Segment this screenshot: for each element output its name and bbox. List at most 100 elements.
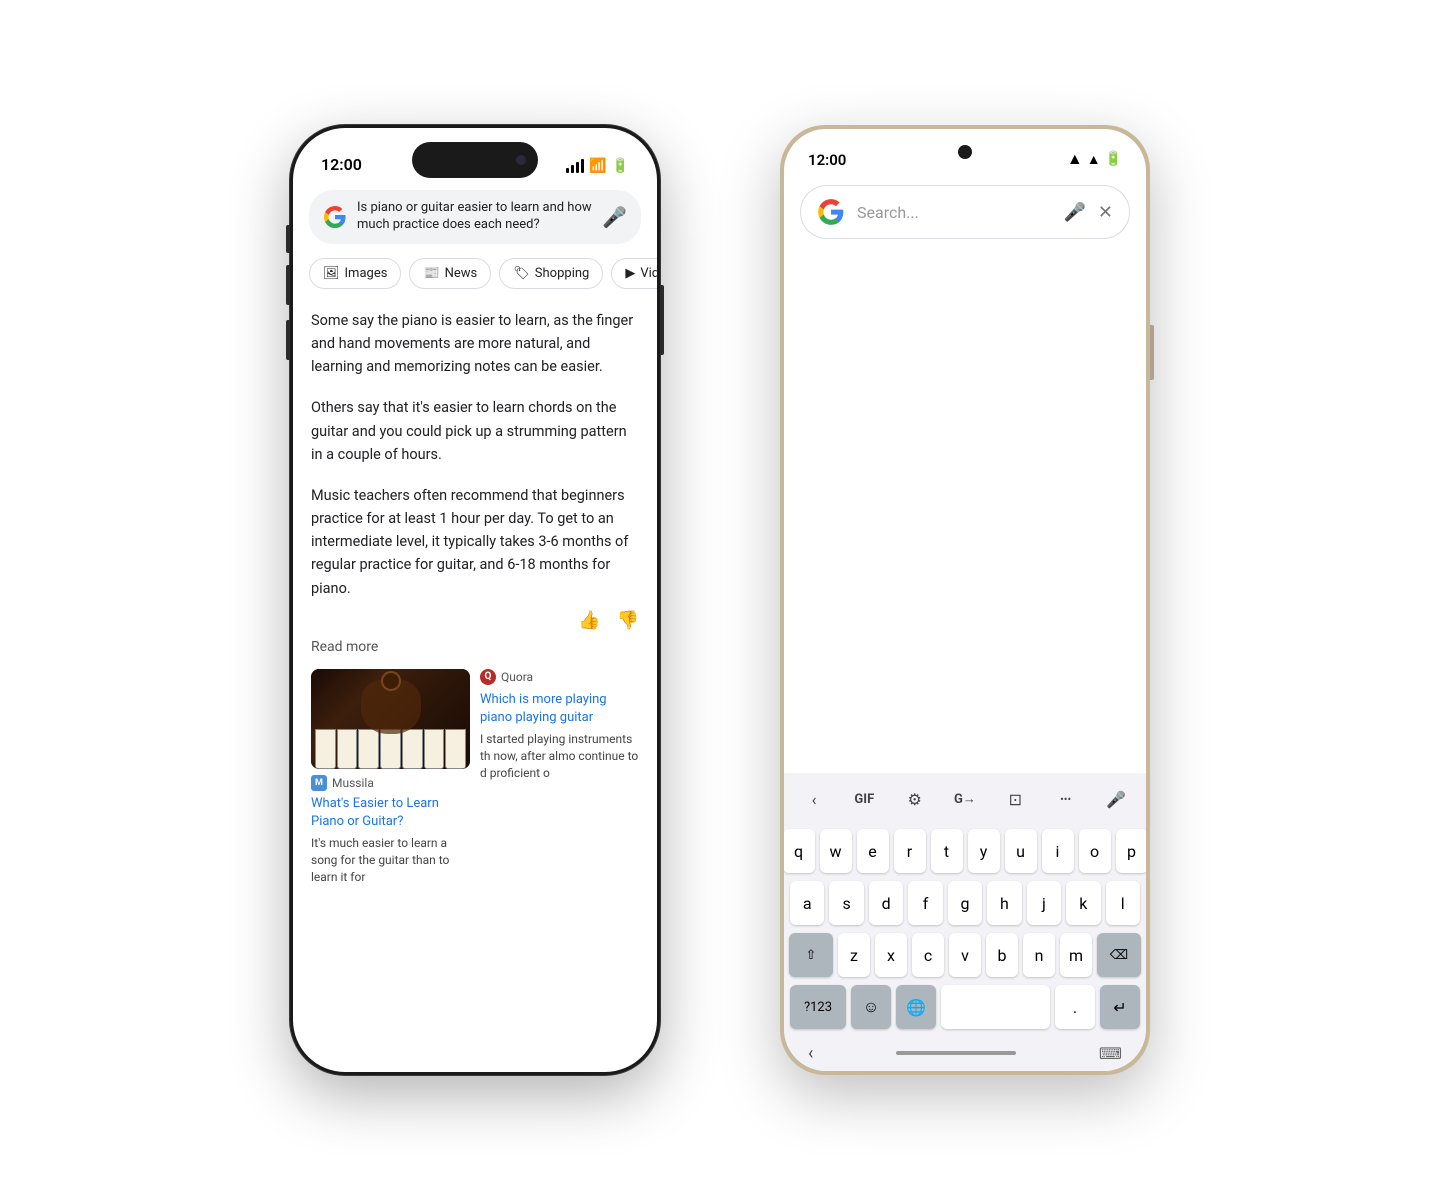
key-j[interactable]: j <box>1027 881 1061 925</box>
keyboard-settings-btn[interactable]: ⚙ <box>897 781 933 817</box>
key-w[interactable]: w <box>820 829 852 873</box>
keyboard-back-btn[interactable]: ‹ <box>796 781 832 817</box>
android-close-icon[interactable]: ✕ <box>1098 202 1113 223</box>
videos-tab-icon: ▶ <box>625 266 635 281</box>
source-cards: M Mussila What's Easier to Learn Piano o… <box>311 669 639 886</box>
android-screen: 12:00 ▲ ▲ 🔋 Search... 🎤 ✕ <box>784 129 1146 1071</box>
key-x[interactable]: x <box>875 933 907 977</box>
key-globe[interactable]: 🌐 <box>896 985 936 1029</box>
key-k[interactable]: k <box>1066 881 1100 925</box>
keyboard-more-btn[interactable]: ••• <box>1048 781 1084 817</box>
iphone-search-box[interactable]: Is piano or guitar easier to learn and h… <box>309 190 641 244</box>
android-google-logo-icon <box>817 198 845 226</box>
iphone-volume-down <box>286 320 290 360</box>
source-card-mussila[interactable]: M Mussila What's Easier to Learn Piano o… <box>311 669 470 886</box>
android-camera <box>958 145 972 159</box>
iphone-silent-switch <box>286 225 290 253</box>
key-enter[interactable]: ↵ <box>1100 985 1140 1029</box>
images-tab-icon: 🖼 <box>323 266 340 281</box>
keyboard-translate-btn[interactable]: G→ <box>947 781 983 817</box>
google-logo-icon <box>323 205 347 229</box>
key-numbers[interactable]: ?123 <box>790 985 846 1029</box>
key-period[interactable]: . <box>1055 985 1095 1029</box>
android-device: 12:00 ▲ ▲ 🔋 Search... 🎤 ✕ <box>780 125 1150 1075</box>
keyboard-row-3: ⇧ z x c v b n m ⌫ <box>790 933 1140 977</box>
news-tab-label: News <box>445 266 478 281</box>
videos-tab-label: Vide <box>640 266 657 281</box>
key-e[interactable]: e <box>857 829 889 873</box>
key-space[interactable] <box>941 985 1050 1029</box>
android-battery-icon: 🔋 <box>1105 151 1122 167</box>
iphone-time: 12:00 <box>321 155 362 174</box>
mussila-snippet: It's much easier to learn a song for the… <box>311 835 470 885</box>
key-t[interactable]: t <box>931 829 963 873</box>
tab-news[interactable]: 📰 News <box>409 258 491 289</box>
source-card-quora[interactable]: Q Quora Which is more playing piano play… <box>480 669 639 886</box>
key-f[interactable]: f <box>908 881 942 925</box>
iphone-filter-tabs: 🖼 Images 📰 News 🏷 Shopping ▶ Vide <box>293 254 657 297</box>
android-home-indicator[interactable] <box>896 1051 1016 1055</box>
tab-videos[interactable]: ▶ Vide <box>611 258 657 289</box>
key-h[interactable]: h <box>987 881 1021 925</box>
shopping-tab-label: Shopping <box>535 266 590 281</box>
tab-images[interactable]: 🖼 Images <box>309 258 401 289</box>
iphone-status-icons: 📶 🔋 <box>566 158 629 174</box>
keyboard-mic-btn[interactable]: 🎤 <box>1098 781 1134 817</box>
keyboard-row-1: q w e r t y u i o p <box>790 829 1140 873</box>
quora-source-name: Quora <box>501 670 533 684</box>
android-keyboard-nav-icon[interactable]: ⌨ <box>1099 1044 1122 1063</box>
read-more-link[interactable]: Read more <box>311 639 639 655</box>
iphone-device: 12:00 📶 🔋 Is <box>290 125 660 1075</box>
key-z[interactable]: z <box>838 933 870 977</box>
thumbs-down-icon[interactable]: 👎 <box>617 610 639 631</box>
feedback-row: 👍 👎 <box>311 610 639 631</box>
key-b[interactable]: b <box>986 933 1018 977</box>
android-nav-chevron[interactable]: ‹ <box>808 1043 813 1064</box>
key-r[interactable]: r <box>894 829 926 873</box>
thumbs-up-icon[interactable]: 👍 <box>578 610 600 631</box>
mussila-title[interactable]: What's Easier to Learn Piano or Guitar? <box>311 795 470 831</box>
android-search-actions: 🎤 ✕ <box>1063 202 1113 223</box>
android-keyboard: ‹ GIF ⚙ G→ ⊡ ••• 🎤 q w e r t y u i <box>784 773 1146 1071</box>
key-backspace[interactable]: ⌫ <box>1097 933 1141 977</box>
key-emoji[interactable]: ☺ <box>851 985 891 1029</box>
iphone-mic-icon[interactable]: 🎤 <box>602 205 627 229</box>
key-q[interactable]: q <box>784 829 815 873</box>
keyboard-toolbar: ‹ GIF ⚙ G→ ⊡ ••• 🎤 <box>784 773 1146 825</box>
shopping-tab-icon: 🏷 <box>513 266 530 281</box>
mussila-source-name: Mussila <box>332 776 374 790</box>
paragraph-2: Others say that it's easier to learn cho… <box>311 396 639 466</box>
key-u[interactable]: u <box>1005 829 1037 873</box>
key-a[interactable]: a <box>790 881 824 925</box>
key-c[interactable]: c <box>912 933 944 977</box>
key-i[interactable]: i <box>1042 829 1074 873</box>
keyboard-gif-btn[interactable]: GIF <box>846 781 882 817</box>
android-nav-bar: ‹ ⌨ <box>784 1035 1146 1071</box>
key-shift[interactable]: ⇧ <box>789 933 833 977</box>
news-tab-icon: 📰 <box>423 266 439 281</box>
tab-shopping[interactable]: 🏷 Shopping <box>499 258 603 289</box>
quora-title[interactable]: Which is more playing piano playing guit… <box>480 691 639 727</box>
iphone-notch <box>412 142 538 178</box>
key-n[interactable]: n <box>1023 933 1055 977</box>
iphone-screen: 12:00 📶 🔋 Is <box>293 128 657 1072</box>
piano-guitar-visual <box>311 669 470 769</box>
keyboard-clipboard-btn[interactable]: ⊡ <box>997 781 1033 817</box>
iphone-camera <box>516 155 526 165</box>
android-search-placeholder[interactable]: Search... <box>857 203 1051 222</box>
key-g[interactable]: g <box>948 881 982 925</box>
key-v[interactable]: v <box>949 933 981 977</box>
key-d[interactable]: d <box>869 881 903 925</box>
android-mic-icon[interactable]: 🎤 <box>1063 202 1085 223</box>
key-y[interactable]: y <box>968 829 1000 873</box>
key-m[interactable]: m <box>1060 933 1092 977</box>
key-l[interactable]: l <box>1106 881 1140 925</box>
keyboard-rows: q w e r t y u i o p a s d f g <box>784 825 1146 977</box>
images-tab-label: Images <box>345 266 388 281</box>
android-search-box[interactable]: Search... 🎤 ✕ <box>800 185 1130 239</box>
key-o[interactable]: o <box>1079 829 1111 873</box>
iphone-side-button <box>660 285 664 355</box>
key-p[interactable]: p <box>1116 829 1147 873</box>
android-signal-icon: ▲ <box>1087 151 1101 168</box>
key-s[interactable]: s <box>829 881 863 925</box>
